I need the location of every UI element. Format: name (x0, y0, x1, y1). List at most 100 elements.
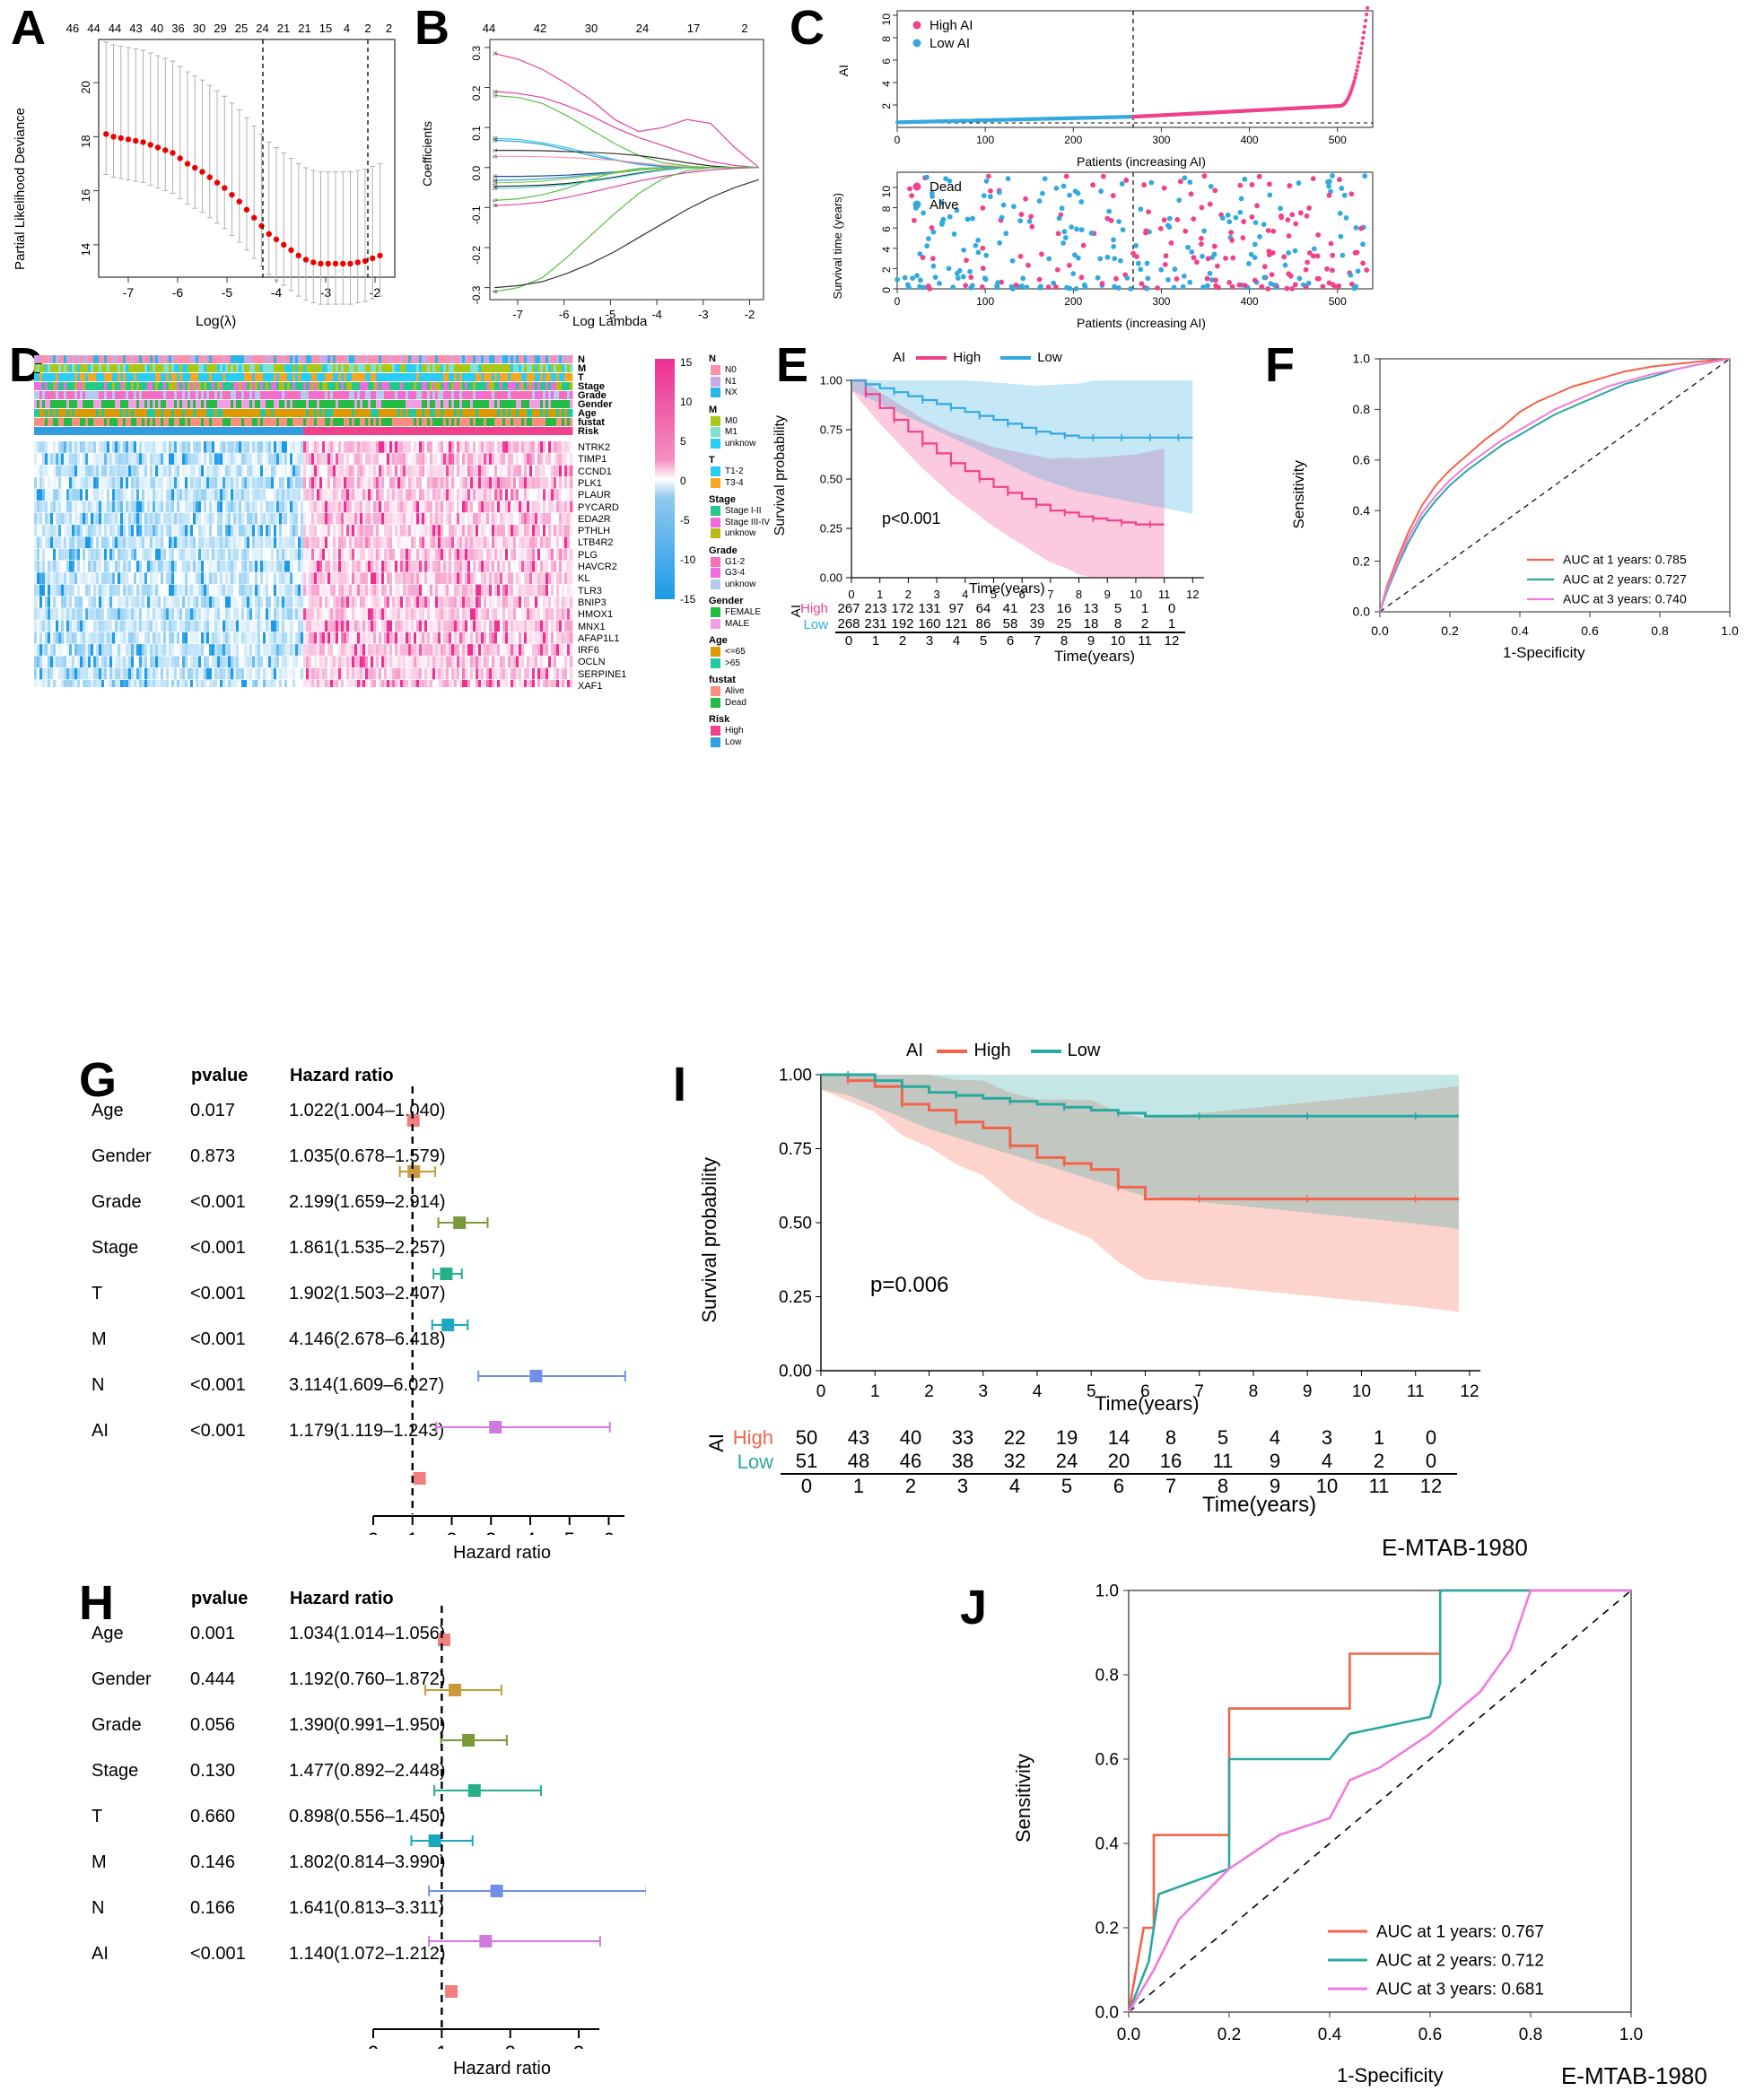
panel-g-hr-marker (413, 1472, 426, 1485)
panel-i-legend-item: Low (1030, 1041, 1100, 1060)
panel-g-pvalue: 0.017 (190, 1101, 236, 1120)
panel-c-survival-point (1238, 196, 1244, 202)
panel-c-survival-point (980, 205, 986, 211)
panel-j-label: J (960, 1581, 988, 1634)
panel-c-survival-point (1358, 225, 1364, 231)
panel-e-xtick: 1 (877, 588, 883, 601)
panel-c-survival-point (1042, 176, 1048, 182)
panel-c-ai-point (1365, 12, 1369, 17)
panel-f-ytick: 0.2 (1353, 553, 1371, 568)
panel-d-gene-label: BNIP3 (578, 597, 607, 608)
panel-a-top-tick: 40 (150, 22, 164, 35)
panel-c-survival-point (918, 277, 923, 283)
panel-c-survival-point (1362, 173, 1368, 179)
panel-c-survival-point (1316, 275, 1322, 282)
panel-i-risk-count: 19 (1055, 1426, 1078, 1449)
panel-c-survival-point (1214, 263, 1220, 269)
panel-c-survival-point (1256, 173, 1262, 179)
panel-i-xtick: 12 (1460, 1382, 1479, 1401)
panel-c-survival-point (1207, 201, 1213, 207)
panel-d-legend-label: N0 (725, 365, 737, 376)
panel-e-ytick: 1.00 (820, 373, 842, 387)
svg-text:-6: -6 (172, 285, 184, 300)
panel-c-survival-point (1297, 210, 1304, 216)
panel-d-legend-item: N1 (711, 376, 737, 387)
panel-g-variable: N (92, 1375, 105, 1395)
panel-h-variable: Grade (92, 1715, 142, 1735)
panel-g-pvalue: <0.001 (190, 1375, 246, 1395)
panel-e-risk-label: AI (789, 605, 804, 618)
panel-c-survival-point (1223, 255, 1228, 261)
panel-c-survival-point (1059, 205, 1065, 212)
panel-b-top-tick: 44 (482, 22, 496, 35)
panel-g-variable: M (92, 1329, 107, 1349)
panel-c-top-legend-label: Low AI (930, 36, 970, 51)
panel-c-survival-point (999, 214, 1005, 221)
panel-c-survival-point (1287, 183, 1293, 188)
panel-f-xlabel: 1-Specificity (1503, 644, 1585, 661)
panel-c-survival-point (1104, 215, 1111, 222)
panel-d-legend-swatch (711, 477, 720, 488)
panel-h-pvalue: 0.146 (190, 1852, 236, 1872)
panel-d-legend-swatch (711, 736, 720, 747)
panel-c-survival-point (1326, 192, 1332, 198)
panel-g-hr-marker (440, 1268, 453, 1280)
panel-i-xtick: 8 (1249, 1382, 1259, 1401)
svg-text:0.2: 0.2 (470, 85, 483, 100)
panel-h-header-pvalue: pvalue (191, 1589, 249, 1608)
panel-c-bottom-legend-label: Alive (930, 197, 959, 213)
panel-j-ytick: 0.4 (1095, 1834, 1120, 1853)
panel-c-survival-point (1177, 179, 1183, 185)
panel-c-survival-point (1064, 284, 1069, 291)
panel-e-xtick: 3 (933, 588, 939, 601)
svg-text:4: 4 (880, 246, 893, 252)
panel-i-ytick: 1.00 (779, 1067, 812, 1085)
panel-c-survival-point (902, 274, 908, 281)
panel-c-survival-point (1099, 281, 1105, 286)
svg-text:25: 25 (493, 187, 498, 192)
panel-d-legend-item: High (711, 726, 744, 736)
panel-e-risk-axis-tick: 7 (1024, 632, 1051, 649)
panel-j-ytick: 0.0 (1095, 2003, 1119, 2022)
panel-d-legend-title: M (709, 404, 718, 415)
panel-c-survival-point (968, 274, 974, 280)
panel-a-top-tick: 25 (234, 22, 249, 35)
panel-d-legend-swatch (711, 517, 720, 527)
panel-i-xtick: 4 (1033, 1382, 1043, 1401)
svg-text:10: 10 (880, 13, 893, 26)
panel-c-survival-point (914, 273, 920, 279)
panel-j-xtick: 0.6 (1418, 2026, 1442, 2044)
panel-i-ylabel: Survival probability (698, 1157, 720, 1323)
panel-h-forest-plot: 0 1 2 3 (368, 1606, 646, 2049)
panel-c-survival-point (1054, 266, 1060, 273)
panel-i-risk-axis-tick: 11 (1353, 1473, 1405, 1498)
panel-c-survival-point (1249, 182, 1255, 187)
svg-text:-2: -2 (370, 285, 381, 300)
panel-j: J Sensitivity 1-Specificity E-MTAB-1980 … (951, 1574, 1763, 2100)
panel-c-survival-point (1219, 215, 1226, 221)
panel-e-risk-count: 0 (1167, 601, 1176, 616)
panel-c-survival-point (1236, 282, 1243, 288)
panel-d-gene-label: AFAP1L1 (578, 632, 620, 644)
panel-c-survival-point (1337, 210, 1343, 216)
panel-c-survival-point (1155, 285, 1160, 291)
panel-i-legend-swatch (937, 1049, 968, 1053)
panel-g-xtick: 2 (446, 1529, 457, 1535)
panel-c-survival-point (1138, 266, 1144, 273)
panel-c-survival-point (961, 247, 966, 253)
panel-h-pvalue: 0.056 (190, 1715, 236, 1735)
panel-i-ytick: 0.75 (779, 1140, 812, 1159)
panel-c-survival-point (1330, 282, 1336, 288)
panel-d-legend-item: Alive (711, 686, 745, 696)
panel-g-hr-marker (489, 1421, 502, 1433)
panel-h-variable: T (92, 1807, 103, 1826)
panel-d-legend-label: unknow (725, 438, 756, 449)
svg-text:0: 0 (880, 287, 893, 293)
panel-h-pvalue: 0.130 (190, 1761, 236, 1781)
panel-h-hr-marker (445, 1985, 458, 1998)
panel-e-risk-count: 121 (945, 616, 968, 632)
panel-e-risk-count: 16 (1056, 601, 1072, 616)
panel-d-legend-title: fustat (709, 675, 736, 685)
svg-text:-7: -7 (123, 285, 135, 300)
svg-text:-4: -4 (271, 285, 283, 300)
